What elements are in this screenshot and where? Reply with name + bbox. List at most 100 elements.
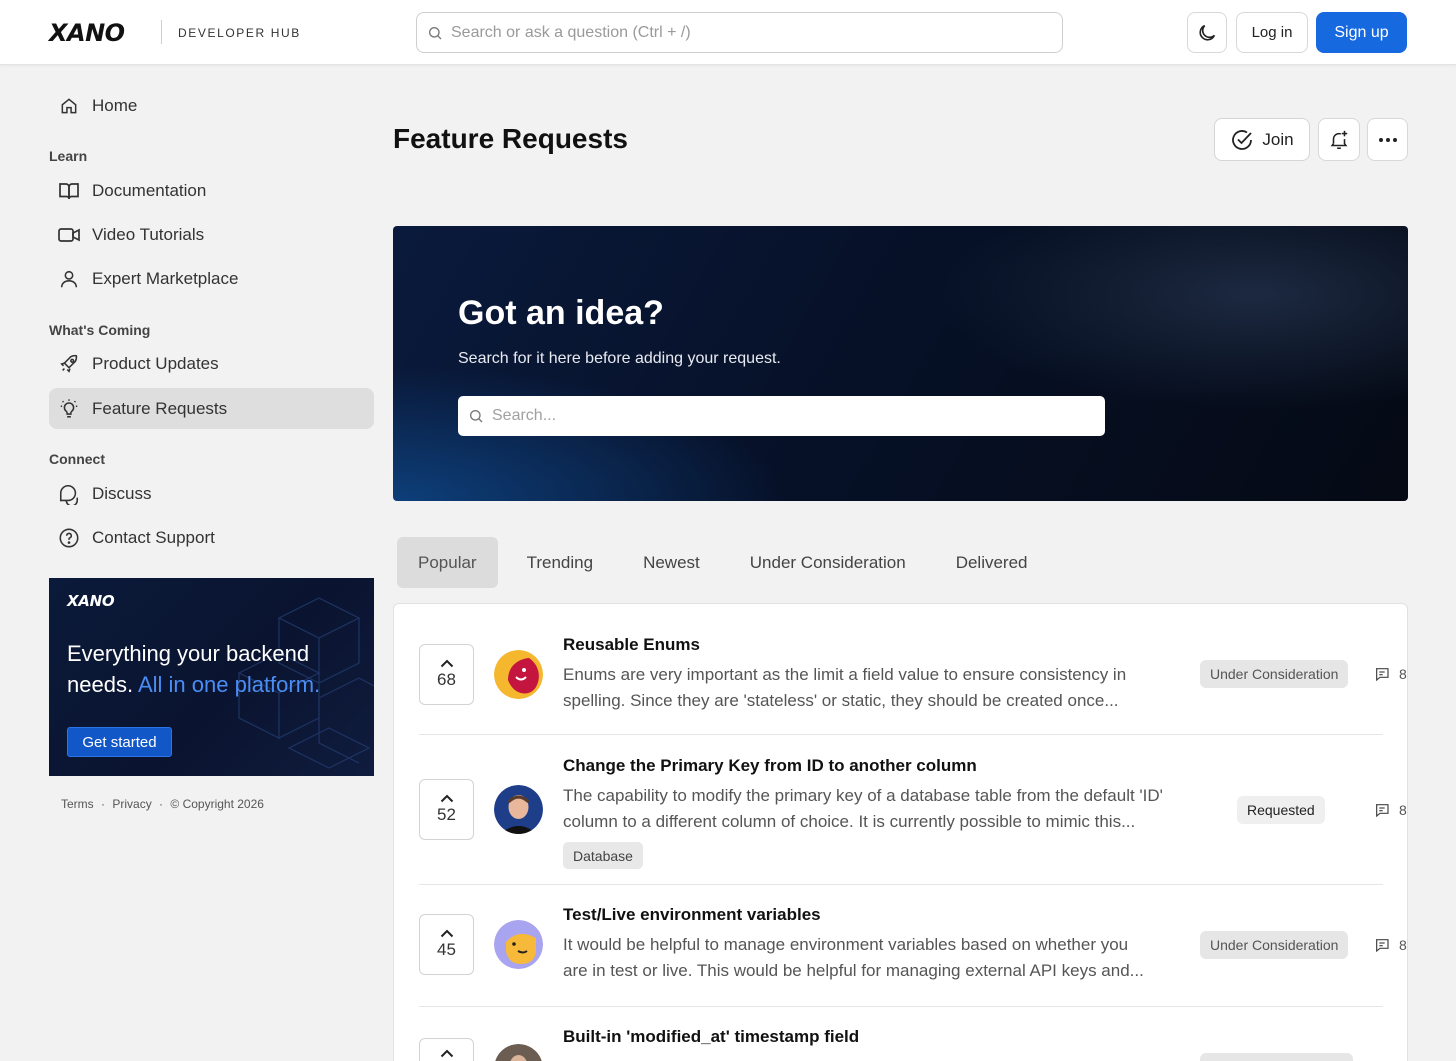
join-button[interactable]: Join [1214, 118, 1310, 161]
request-description-line: are in test or live. This would be helpf… [563, 961, 1144, 980]
comment-count-value: 8 [1399, 666, 1407, 682]
status-badge [1200, 1053, 1353, 1061]
logo-divider [161, 20, 162, 44]
promo-text-highlight: All in one platform. [137, 672, 321, 697]
request-description-line: spelling. Since they are 'stateless' or … [563, 691, 1119, 710]
chevron-up-icon [440, 794, 453, 803]
request-description-line: The capability to modify the primary key… [563, 786, 1163, 805]
login-button[interactable]: Log in [1236, 12, 1308, 53]
bell-plus-icon [1330, 130, 1348, 149]
check-circle-icon [1232, 129, 1253, 150]
request-description-line: column to a different column of choice. … [563, 812, 1136, 831]
lightbulb-icon [57, 397, 81, 421]
sidebar-item-label: Home [92, 95, 138, 115]
hero-search-input[interactable] [492, 407, 1082, 425]
section-learn: Learn [49, 148, 88, 164]
copyright-text: © Copyright 2026 [170, 797, 264, 811]
category-tag[interactable]: Database [563, 842, 643, 869]
promo-text: Everything your backend needs. All in on… [67, 638, 357, 700]
top-bar: XANO DEVELOPER HUB Log in Sign up [0, 0, 1456, 65]
hero-search-box[interactable] [458, 396, 1105, 436]
section-whats-coming: What's Coming [49, 322, 151, 338]
request-title[interactable]: Test/Live environment variables [563, 905, 821, 925]
chat-icon [57, 482, 81, 506]
ellipsis-icon [1378, 137, 1397, 142]
comment-icon [1376, 804, 1389, 818]
section-connect: Connect [49, 451, 105, 467]
requests-list: 68 Reusable Enums Enums are very importa… [393, 603, 1408, 1061]
sidebar-item-product-updates[interactable]: Product Updates [49, 343, 374, 384]
upvote-button[interactable]: 52 [419, 779, 474, 840]
comment-count[interactable]: 8 [1374, 666, 1407, 682]
more-options-button[interactable] [1367, 118, 1408, 161]
promo-logo: XANO [67, 592, 115, 610]
request-description-line: It would be helpful to manage environmen… [563, 935, 1129, 954]
sidebar-item-label: Contact Support [92, 527, 215, 547]
privacy-link[interactable]: Privacy [112, 797, 151, 811]
comment-count[interactable]: 8 [1374, 802, 1407, 818]
sidebar-item-contact-support[interactable]: Contact Support [49, 517, 374, 558]
page-title: Feature Requests [393, 123, 628, 154]
sidebar-item-discuss[interactable]: Discuss [49, 473, 374, 514]
theme-toggle-button[interactable] [1187, 12, 1227, 53]
notification-button[interactable] [1318, 118, 1360, 161]
tab-delivered[interactable]: Delivered [935, 537, 1049, 588]
top-search-input[interactable] [451, 23, 1031, 42]
upvote-button[interactable]: 68 [419, 644, 474, 705]
request-description-line: Enums are very important as the limit a … [563, 665, 1127, 684]
upvote-button[interactable] [419, 1038, 474, 1061]
hero-banner: Got an idea? Search for it here before a… [393, 226, 1408, 501]
video-icon [57, 223, 81, 247]
avatar [494, 785, 543, 834]
avatar [494, 650, 543, 699]
sidebar-item-label: Product Updates [92, 353, 219, 373]
upvote-button[interactable]: 45 [419, 914, 474, 975]
tab-under-consideration[interactable]: Under Consideration [729, 537, 927, 588]
sidebar-item-video-tutorials[interactable]: Video Tutorials [49, 214, 374, 255]
signup-button[interactable]: Sign up [1316, 12, 1407, 53]
search-icon [470, 410, 483, 423]
footer-separator: · [159, 797, 164, 811]
comment-count-value: 8 [1399, 937, 1407, 953]
avatar [494, 920, 543, 969]
filter-tabs: Popular Trending Newest Under Considerat… [397, 537, 1057, 588]
sidebar-item-label: Documentation [92, 180, 207, 200]
logo-text: XANO [49, 18, 125, 47]
terms-link[interactable]: Terms [61, 797, 94, 811]
chevron-up-icon [440, 659, 453, 668]
sidebar-item-feature-requests[interactable]: Feature Requests [49, 388, 374, 429]
sidebar-item-documentation[interactable]: Documentation [49, 170, 374, 211]
tab-newest[interactable]: Newest [622, 537, 721, 588]
join-label: Join [1262, 129, 1294, 149]
status-badge: Requested [1237, 796, 1325, 824]
tab-trending[interactable]: Trending [506, 537, 614, 588]
rocket-icon [57, 352, 81, 376]
divider [419, 734, 1383, 735]
divider [419, 884, 1383, 885]
xano-logo[interactable]: XANO [49, 18, 125, 47]
footer-links: Terms · Privacy · © Copyright 2026 [61, 797, 268, 811]
vote-count: 68 [437, 670, 456, 689]
sidebar-item-label: Feature Requests [92, 398, 228, 418]
vote-count: 45 [437, 940, 456, 959]
request-title[interactable]: Reusable Enums [563, 635, 700, 655]
divider [419, 1006, 1383, 1007]
sidebar-item-label: Video Tutorials [92, 224, 205, 244]
status-badge: Under Consideration [1200, 660, 1349, 688]
home-icon [57, 94, 81, 118]
hub-label: DEVELOPER HUB [178, 26, 301, 40]
top-search-box[interactable] [416, 12, 1063, 53]
request-title[interactable]: Built-in 'modified_at' timestamp field [563, 1027, 859, 1047]
hero-title: Got an idea? [458, 294, 664, 332]
status-badge: Under Consideration [1200, 931, 1349, 959]
get-started-button[interactable]: Get started [67, 727, 172, 757]
comment-count[interactable]: 8 [1374, 937, 1407, 953]
tab-popular[interactable]: Popular [397, 537, 498, 588]
comment-icon [1376, 939, 1389, 953]
sidebar-item-home[interactable]: Home [49, 85, 374, 126]
hero-subtitle: Search for it here before adding your re… [458, 350, 781, 367]
promo-banner: XANO Everything your backend needs. All … [49, 578, 374, 776]
avatar [494, 1044, 543, 1061]
request-title[interactable]: Change the Primary Key from ID to anothe… [563, 756, 977, 776]
sidebar-item-expert-marketplace[interactable]: Expert Marketplace [49, 258, 374, 299]
